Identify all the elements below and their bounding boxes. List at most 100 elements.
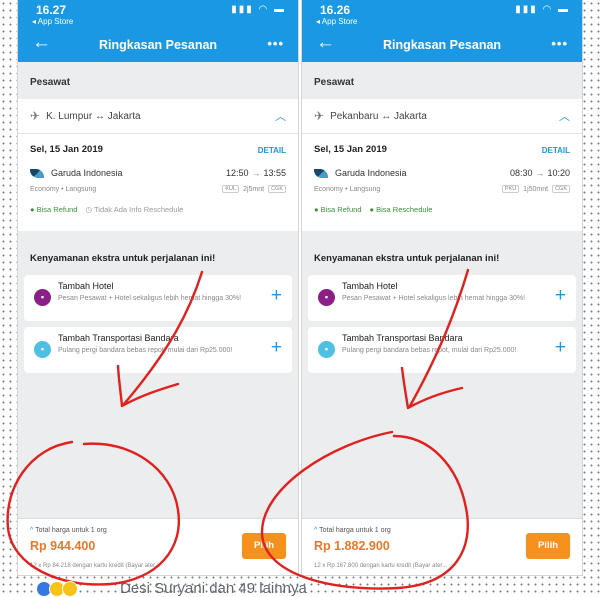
airline-row: Garuda Indonesia 12:50 → 13:55 — [30, 168, 286, 178]
chevron-up-icon[interactable]: ︿ — [275, 108, 286, 124]
plus-icon[interactable]: + — [555, 286, 566, 305]
arrive-time: 10:20 — [547, 168, 570, 178]
flight-date: Sel, 15 Jan 2019 — [30, 144, 103, 155]
airline-name: Garuda Indonesia — [51, 168, 123, 178]
total-price: Rp 1.882.900 — [314, 539, 390, 553]
flight-times: 08:30 → 10:20 — [510, 168, 570, 178]
flight-details: Sel, 15 Jan 2019 DETAIL Garuda Indonesia… — [18, 134, 298, 231]
detail-link[interactable]: DETAIL — [258, 146, 286, 155]
installment-note: 12 x Rp 84.218 dengan kartu kredit (Baya… — [30, 563, 160, 569]
reschedule-text: Bisa Reschedule — [376, 205, 433, 214]
to-code: CGK — [268, 185, 286, 193]
chevron-up-icon: ^ — [30, 527, 34, 534]
more-icon[interactable]: ••• — [551, 36, 568, 51]
bottom-price-bar: ^ Total harga untuk 1 org Rp 1.882.900 P… — [302, 518, 582, 575]
installment-note: 12 x Rp 167.800 dengan kartu kredit (Bay… — [314, 563, 448, 569]
route-to: Jakarta — [394, 110, 427, 122]
plus-icon[interactable]: + — [271, 338, 282, 357]
flight-type: Economy • Langsung — [30, 185, 97, 193]
from-code: KUL — [222, 185, 240, 193]
chevron-up-icon[interactable]: ︿ — [559, 108, 570, 124]
page-title: Ringkasan Pesanan — [98, 38, 218, 52]
route-header[interactable]: ✈ K. Lumpur ↔ Jakarta ︿ — [18, 99, 298, 134]
plane-icon: ✈ — [314, 109, 325, 123]
more-icon[interactable]: ••• — [267, 36, 284, 51]
refund-text: Bisa Refund — [320, 205, 362, 214]
flight-card: ✈ Pekanbaru ↔ Jakarta ︿ Sel, 15 Jan 2019… — [302, 99, 582, 231]
depart-time: 12:50 — [225, 168, 249, 178]
section-label: Pesawat — [314, 77, 355, 88]
transport-title: Tambah Transportasi Bandara — [342, 333, 463, 343]
route-header[interactable]: ✈ Pekanbaru ↔ Jakarta ︿ — [302, 99, 582, 134]
back-to-app-store[interactable]: ◂ App Store — [316, 17, 357, 26]
app-bar: ← Ringkasan Pesanan ••• — [302, 28, 582, 62]
likers-text[interactable]: Desi Suryani dan 49 lainnya — [120, 580, 307, 597]
back-arrow-icon[interactable]: ← — [32, 32, 51, 54]
flight-type: Economy • Langsung — [314, 185, 381, 193]
plus-icon[interactable]: + — [271, 286, 282, 305]
airline-row: Garuda Indonesia 08:30 → 10:20 — [314, 168, 570, 178]
route-to: Jakarta — [107, 110, 141, 122]
transport-desc: Pulang pergi bandara bebas repot, mulai … — [58, 347, 233, 354]
section-label: Pesawat — [30, 77, 71, 88]
total-label[interactable]: ^ Total harga untuk 1 org — [30, 527, 107, 534]
hotel-desc: Pesan Pesawat + Hotel sekaligus lebih he… — [58, 295, 242, 302]
back-to-app-store[interactable]: ◂ App Store — [32, 17, 73, 26]
status-time: 16.26 — [320, 3, 351, 17]
phone-screenshot-right: 16.26 ◂ App Store ▮▮▮ ◠ ▬ ← Ringkasan Pe… — [302, 0, 582, 575]
policy-row: ● Bisa Refund ◷ Tidak Ada Info Reschedul… — [30, 205, 286, 214]
reaction-icons[interactable] — [36, 581, 78, 597]
status-time: 16.27 — [36, 3, 67, 17]
extras-title: Kenyamanan ekstra untuk perjalanan ini! — [314, 253, 500, 264]
add-transport-card[interactable]: ▪ Tambah Transportasi Bandara Pulang per… — [24, 327, 292, 373]
duration: 2j5mnt — [243, 185, 265, 193]
total-label-text: Total harga untuk 1 org — [35, 527, 107, 534]
flight-sub-row: Economy • Langsung PKU 1j50mnt CGK — [314, 185, 570, 193]
add-transport-card[interactable]: ▪ Tambah Transportasi Bandara Pulang per… — [308, 327, 576, 373]
bottom-price-bar: ^ Total harga untuk 1 org Rp 944.400 Pil… — [18, 518, 298, 575]
airline-logo-icon — [314, 168, 328, 178]
hotel-icon: ▪ — [34, 289, 51, 306]
plus-icon[interactable]: + — [555, 338, 566, 357]
back-arrow-icon[interactable]: ← — [316, 32, 335, 54]
plane-icon: ✈ — [30, 109, 41, 123]
round-trip-icon: ↔ — [381, 110, 394, 122]
add-hotel-card[interactable]: ▪ Tambah Hotel Pesan Pesawat + Hotel sek… — [308, 275, 576, 321]
total-label-text: Total harga untuk 1 org — [319, 527, 391, 534]
hotel-title: Tambah Hotel — [58, 281, 114, 291]
app-bar: ← Ringkasan Pesanan ••• — [18, 28, 298, 62]
wow-reaction-icon — [62, 581, 78, 597]
arrow-icon: → — [535, 168, 545, 178]
transport-icon: ▪ — [34, 341, 51, 358]
route-from: Pekanbaru — [330, 110, 379, 122]
flight-date: Sel, 15 Jan 2019 — [314, 144, 387, 155]
detail-link[interactable]: DETAIL — [542, 146, 570, 155]
signal-wifi-battery-icon: ▮▮▮ ◠ ▬ — [515, 4, 570, 15]
flight-sub-row: Economy • Langsung KUL 2j5mnt CGK — [30, 185, 286, 193]
transport-title: Tambah Transportasi Bandara — [58, 333, 179, 343]
page-title: Ringkasan Pesanan — [382, 38, 502, 52]
total-price: Rp 944.400 — [30, 539, 96, 553]
transport-icon: ▪ — [318, 341, 335, 358]
pilih-button[interactable]: Pilih — [242, 533, 286, 559]
reschedule-badge: ◷ Tidak Ada Info Reschedule — [85, 205, 184, 214]
hotel-icon: ▪ — [318, 289, 335, 306]
airline-logo-icon — [30, 168, 44, 178]
reschedule-badge: ● Bisa Reschedule — [369, 205, 433, 214]
depart-time: 08:30 — [509, 168, 533, 178]
pilih-button[interactable]: Pilih — [526, 533, 570, 559]
hotel-desc: Pesan Pesawat + Hotel sekaligus lebih he… — [342, 295, 526, 302]
add-hotel-card[interactable]: ▪ Tambah Hotel Pesan Pesawat + Hotel sek… — [24, 275, 292, 321]
chevron-up-icon: ^ — [314, 527, 318, 534]
total-label[interactable]: ^ Total harga untuk 1 org — [314, 527, 391, 534]
phone-screenshot-left: 16.27 ◂ App Store ▮▮▮ ◠ ▬ ← Ringkasan Pe… — [18, 0, 298, 575]
signal-wifi-battery-icon: ▮▮▮ ◠ ▬ — [231, 4, 286, 15]
flight-times: 12:50 → 13:55 — [226, 168, 286, 178]
refund-badge: ● Bisa Refund — [30, 205, 78, 214]
route-text: K. Lumpur ↔ Jakarta — [46, 111, 275, 122]
flight-details: Sel, 15 Jan 2019 DETAIL Garuda Indonesia… — [302, 134, 582, 231]
arrive-time: 13:55 — [263, 168, 286, 178]
refund-badge: ● Bisa Refund — [314, 205, 362, 214]
flight-card: ✈ K. Lumpur ↔ Jakarta ︿ Sel, 15 Jan 2019… — [18, 99, 298, 231]
hotel-title: Tambah Hotel — [342, 281, 398, 291]
